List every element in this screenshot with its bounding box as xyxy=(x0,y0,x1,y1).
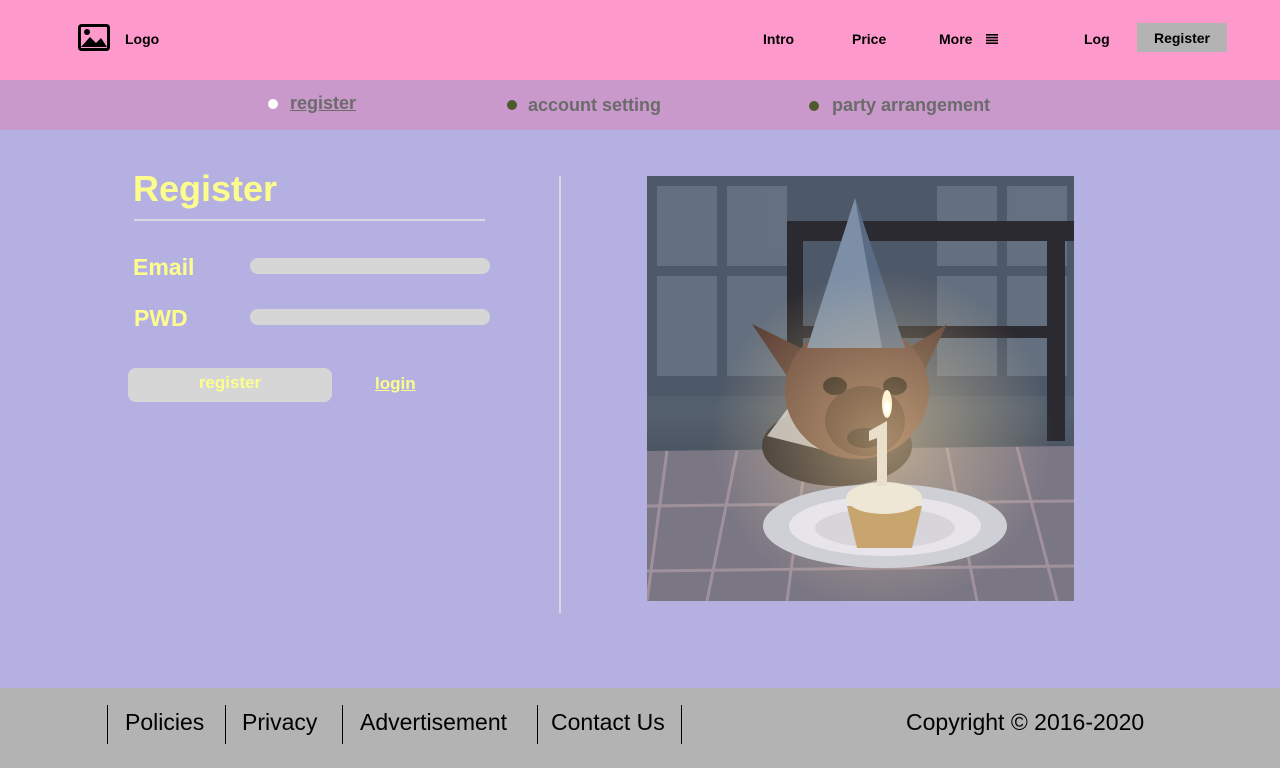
birthday-dog-photo xyxy=(647,176,1074,601)
nav-intro[interactable]: Intro xyxy=(763,31,794,47)
pwd-label: PWD xyxy=(134,305,188,331)
step-party-arrangement[interactable]: party arrangement xyxy=(832,95,990,116)
footer-separator xyxy=(342,705,343,744)
footer-link-contact-us[interactable]: Contact Us xyxy=(551,709,665,736)
step-account-setting[interactable]: account setting xyxy=(528,95,661,116)
footer-separator xyxy=(681,705,682,744)
footer-link-privacy[interactable]: Privacy xyxy=(242,709,317,736)
nav-price[interactable]: Price xyxy=(852,31,886,47)
register-submit-button[interactable]: register xyxy=(128,368,332,402)
footer-separator xyxy=(537,705,538,744)
nav-more[interactable]: More xyxy=(939,31,972,47)
password-field[interactable] xyxy=(250,309,490,325)
nav-log[interactable]: Log xyxy=(1084,31,1110,47)
login-link[interactable]: login xyxy=(375,374,416,394)
form-title: Register xyxy=(133,168,278,209)
step-dot-account-setting xyxy=(507,100,517,110)
footer-link-advertisement[interactable]: Advertisement xyxy=(360,709,507,736)
footer-separator xyxy=(107,705,108,744)
email-label: Email xyxy=(133,254,195,280)
footer-link-policies[interactable]: Policies xyxy=(125,709,204,736)
logo-label[interactable]: Logo xyxy=(125,31,159,47)
email-field[interactable] xyxy=(250,258,490,274)
image-icon[interactable] xyxy=(78,24,110,51)
step-register[interactable]: register xyxy=(290,93,356,114)
title-underline xyxy=(134,219,485,221)
menu-icon[interactable] xyxy=(986,34,998,44)
footer-separator xyxy=(225,705,226,744)
copyright-text: Copyright © 2016-2020 xyxy=(906,709,1145,735)
nav-register-button[interactable]: Register xyxy=(1137,23,1227,52)
vertical-divider xyxy=(559,176,561,613)
step-dot-party-arrangement xyxy=(809,101,819,111)
step-dot-register xyxy=(268,99,278,109)
